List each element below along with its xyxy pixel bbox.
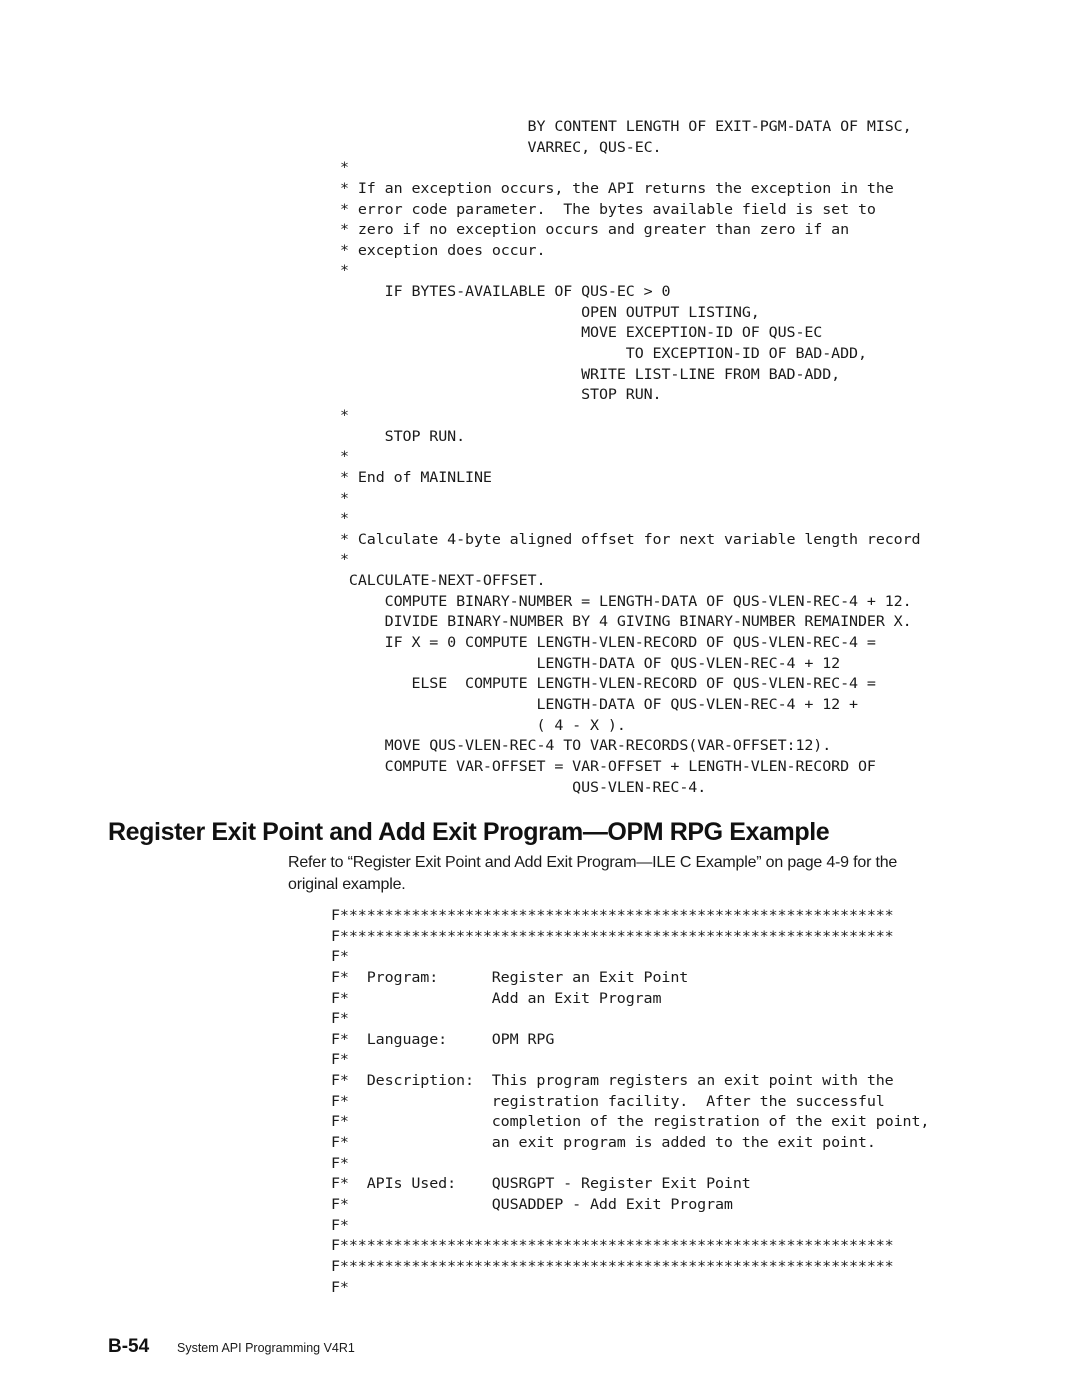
code-line: COMPUTE BINARY-NUMBER = LENGTH-DATA OF Q…: [340, 592, 912, 610]
code-line: F* QUSADDEP - Add Exit Program: [331, 1195, 733, 1213]
code-line: F***************************************…: [331, 927, 894, 945]
code-line: F* Description: This program registers a…: [331, 1072, 894, 1090]
code-line: QUS-VLEN-REC-4.: [340, 778, 707, 796]
code-line: F* Language: OPM RPG: [331, 1030, 555, 1048]
code-line: F*: [331, 1216, 349, 1234]
code-line: ELSE COMPUTE LENGTH-VLEN-RECORD OF QUS-V…: [340, 675, 876, 693]
code-line: F*: [331, 948, 349, 966]
code-line: LENGTH-DATA OF QUS-VLEN-REC-4 + 12 +: [340, 695, 858, 713]
code-line: F*: [331, 1051, 349, 1069]
cobol-code-listing: BY CONTENT LENGTH OF EXIT-PGM-DATA OF MI…: [340, 117, 921, 798]
code-line: F* registration facility. After the succ…: [331, 1092, 885, 1110]
section-intro: Refer to “Register Exit Point and Add Ex…: [288, 852, 948, 896]
code-line: ( 4 - X ).: [340, 716, 626, 734]
code-line: * End of MAINLINE: [340, 468, 492, 486]
code-line: STOP RUN.: [340, 386, 662, 404]
section-heading: Register Exit Point and Add Exit Program…: [108, 818, 830, 846]
code-line: OPEN OUTPUT LISTING,: [340, 303, 760, 321]
code-line: F*: [331, 1154, 349, 1172]
code-line: F*: [331, 1010, 349, 1028]
code-line: *: [340, 551, 349, 569]
code-line: F* completion of the registration of the…: [331, 1113, 930, 1131]
code-line: *: [340, 406, 349, 424]
code-line: WRITE LIST-LINE FROM BAD-ADD,: [340, 365, 841, 383]
code-line: F* an exit program is added to the exit …: [331, 1134, 876, 1152]
code-line: F* Program: Register an Exit Point: [331, 968, 689, 986]
code-line: * Calculate 4-byte aligned offset for ne…: [340, 530, 921, 548]
code-line: IF X = 0 COMPUTE LENGTH-VLEN-RECORD OF Q…: [340, 634, 876, 652]
code-line: CALCULATE-NEXT-OFFSET.: [340, 572, 546, 590]
code-line: F***************************************…: [331, 1257, 894, 1275]
code-line: TO EXCEPTION-ID OF BAD-ADD,: [340, 345, 867, 363]
code-line: *: [340, 510, 349, 528]
code-line: VARREC, QUS-EC.: [340, 138, 662, 156]
code-line: F***************************************…: [331, 907, 894, 924]
code-line: * If an exception occurs, the API return…: [340, 179, 894, 197]
cross-reference-link[interactable]: “Register Exit Point and Add Exit Progra…: [348, 854, 850, 871]
intro-prefix: Refer to: [288, 854, 348, 871]
code-line: F***************************************…: [331, 1237, 894, 1255]
code-line: *: [340, 262, 349, 280]
code-line: *: [340, 159, 349, 177]
code-line: BY CONTENT LENGTH OF EXIT-PGM-DATA OF MI…: [340, 118, 912, 135]
page-footer: B-54 System API Programming V4R1: [108, 1336, 355, 1358]
code-line: * error code parameter. The bytes availa…: [340, 200, 876, 218]
page-number: B-54: [108, 1336, 150, 1357]
code-line: MOVE QUS-VLEN-REC-4 TO VAR-RECORDS(VAR-O…: [340, 737, 832, 755]
code-line: *: [340, 448, 349, 466]
code-line: * exception does occur.: [340, 241, 546, 259]
code-line: STOP RUN.: [340, 427, 466, 445]
code-line: F* Add an Exit Program: [331, 989, 662, 1007]
rpg-code-listing: F***************************************…: [331, 906, 929, 1298]
code-line: DIVIDE BINARY-NUMBER BY 4 GIVING BINARY-…: [340, 613, 912, 631]
code-line: F*: [331, 1278, 349, 1296]
code-line: * zero if no exception occurs and greate…: [340, 221, 850, 239]
code-line: F* APIs Used: QUSRGPT - Register Exit Po…: [331, 1175, 751, 1193]
book-title: System API Programming V4R1: [177, 1341, 355, 1355]
code-line: *: [340, 489, 349, 507]
code-line: LENGTH-DATA OF QUS-VLEN-REC-4 + 12: [340, 654, 841, 672]
code-line: MOVE EXCEPTION-ID OF QUS-EC: [340, 324, 823, 342]
code-line: COMPUTE VAR-OFFSET = VAR-OFFSET + LENGTH…: [340, 757, 876, 775]
code-line: IF BYTES-AVAILABLE OF QUS-EC > 0: [340, 283, 671, 301]
